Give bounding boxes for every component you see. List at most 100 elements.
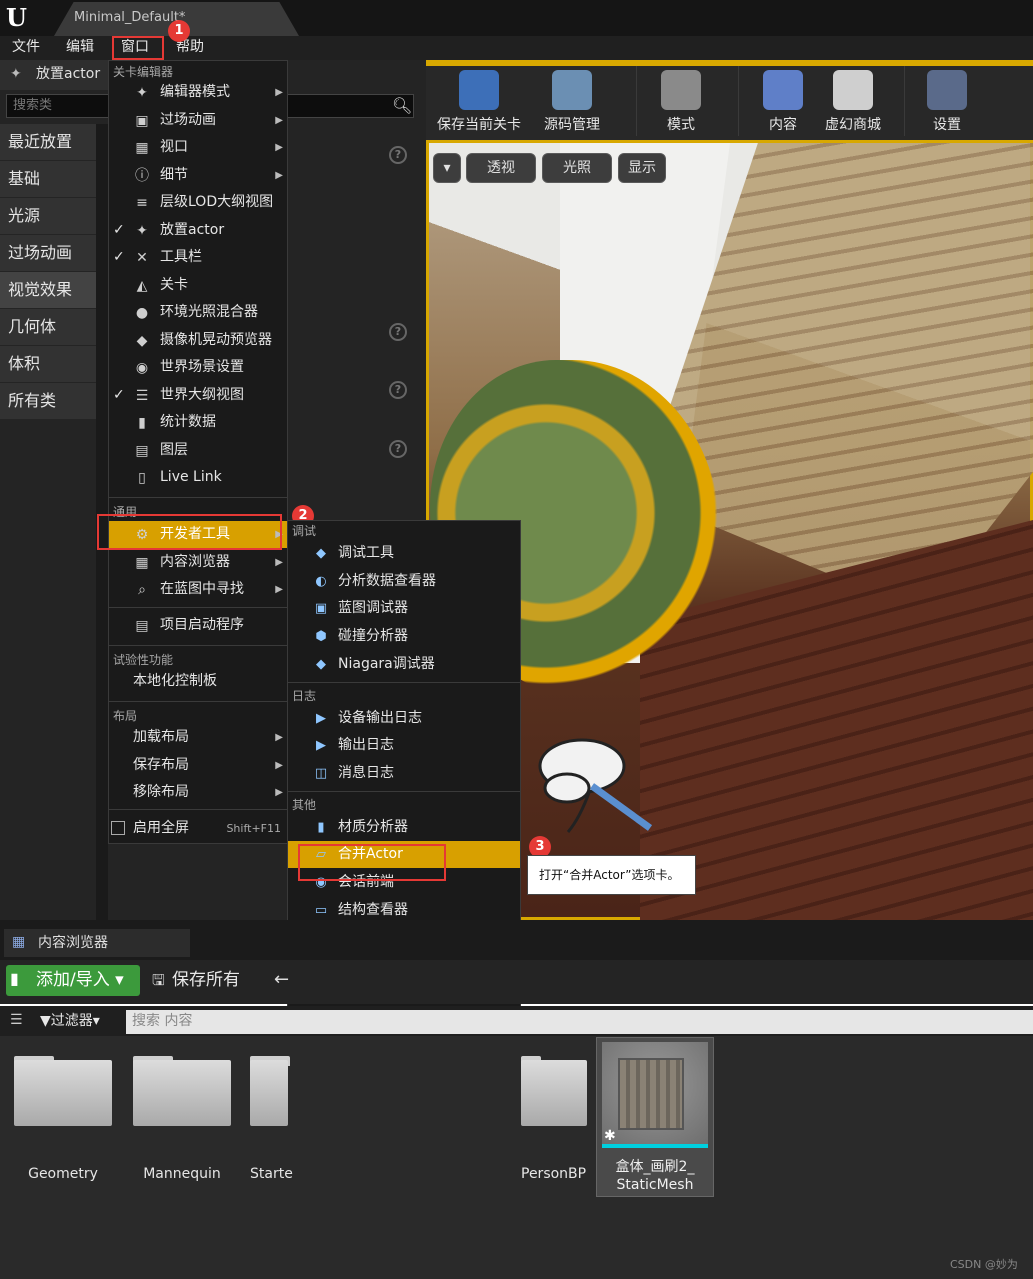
checkbox-icon[interactable] [111,821,125,835]
devtools-menu-item[interactable]: ▶ 设备输出日志 [288,705,520,732]
save-level-button[interactable]: 保存当前关卡 [434,66,524,138]
developer-tools-highlight-frame [97,514,282,550]
folder-icon[interactable] [14,1060,112,1126]
layout-menu-item-label: 保存布局 [133,756,189,773]
folder-personbp-label[interactable]: PersonBP [521,1166,591,1182]
tool-icon: ◐ [315,573,327,589]
section-experimental: 试验性功能 [113,653,174,667]
source-control-button[interactable]: 源码管理 [527,66,617,138]
devtools-menu-item[interactable]: ▶ 输出日志 [288,732,520,759]
window-menu-item[interactable]: ▯ Live Link [109,464,287,491]
section-level-editor: 关卡编辑器 [113,65,174,79]
window-menu-item[interactable]: ✦ 编辑器模式 ▶ [109,79,287,106]
folder-starter-label[interactable]: Starte [232,1166,293,1182]
window-menu-item[interactable]: ▦ 内容浏览器 ▶ [109,549,287,576]
window-menu-item-label: 世界场景设置 [160,359,244,375]
category-all-classes[interactable]: 所有类 [0,383,96,419]
submenu-arrow-icon: ▶ [275,787,283,798]
window-menu-item-label: 摄像机晃动预览器 [160,331,272,348]
window-menu-item[interactable]: ● 环境光照混合器 [109,299,287,326]
unreal-logo-icon[interactable]: U [6,4,32,32]
window-menu-item[interactable]: ✓ ✕ 工具栏 [109,244,287,271]
window-menu-item[interactable]: ▦ 视口 ▶ [109,134,287,161]
search-content-input[interactable]: 搜索 内容 [126,1010,1033,1034]
window-menu-item[interactable]: ◆ 摄像机晃动预览器 [109,327,287,354]
help-icon[interactable]: ? [389,146,407,164]
marketplace-label: 虚幻商城 [825,117,881,133]
add-import-button[interactable]: 添加/导入 ▾ [6,965,140,996]
level-tab-title: Minimal_Default* [74,10,186,25]
window-menu-item[interactable]: ▣ 过场动画 ▶ [109,107,287,134]
help-icon[interactable]: ? [389,381,407,399]
step-badge-1: 1 [168,20,190,42]
submenu-arrow-icon: ▶ [275,114,283,126]
devtools-menu-item[interactable]: ◫ 消息日志 [288,760,520,787]
window-menu-item[interactable]: ⓘ 细节 ▶ [109,162,287,189]
marketplace-button[interactable]: 虚幻商城 [808,66,898,138]
folder-geometry-label[interactable]: Geometry [3,1166,123,1182]
category-visual-effects[interactable]: 视觉效果 [0,272,96,308]
help-icon[interactable]: ? [389,440,407,458]
category-volumes[interactable]: 体积 [0,346,96,382]
search-icon[interactable]: 🔍︎ [392,96,412,115]
devtools-menu-item[interactable]: ◆ 调试工具 [288,540,520,567]
static-mesh-label-line1: 盒体_画刷2_ [615,1159,695,1175]
content-icon: ▦ [135,554,149,571]
checkmark-icon: ✓ [113,386,125,403]
devtools-menu-item[interactable]: ⬢ 碰撞分析器 [288,623,520,650]
back-arrow-icon[interactable]: ← [274,969,289,990]
window-menu-item[interactable]: ▮ 统计数据 [109,409,287,436]
save-icon: 🖫 [152,971,165,989]
static-mesh-label-line2: StaticMesh [616,1177,694,1193]
content-browser-tab[interactable]: 内容浏览器 [4,929,190,957]
layout-menu-item[interactable]: 加载布局 ▶ [109,724,287,751]
localization-dashboard-item[interactable]: 本地化控制板 [109,668,287,695]
window-menu-item[interactable]: ⌕ 在蓝图中寻找 ▶ [109,576,287,603]
window-menu-item[interactable]: ≡ 层级LOD大纲视图 [109,189,287,216]
window-menu-item[interactable]: ◉ 世界场景设置 [109,354,287,381]
devtools-menu-item[interactable]: ◆ Niagara调试器 [288,651,520,678]
devtools-menu-item[interactable]: ◐ 分析数据查看器 [288,568,520,595]
window-menu-item[interactable]: ✓ ☰ 世界大纲视图 [109,382,287,409]
menu-file[interactable]: 文件 [12,36,40,60]
sources-toggle-icon[interactable]: ☰ [10,1012,23,1028]
fullscreen-item[interactable]: 启用全屏 Shift+F11 [109,815,287,842]
devtools-menu-item[interactable]: ▣ 蓝图调试器 [288,595,520,622]
window-menu-item[interactable]: ✓ ✦ 放置actor [109,217,287,244]
window-menu-item[interactable]: ◭ 关卡 [109,272,287,299]
filters-button[interactable]: ▼过滤器▾ [40,1010,100,1032]
folder-mannequin-label[interactable]: Mannequin [122,1166,242,1182]
tool-icon: ◫ [314,765,328,781]
show-button[interactable]: 显示 [618,153,666,183]
folder-icon[interactable] [521,1060,587,1126]
category-recent[interactable]: 最近放置 [0,124,96,160]
menu-edit[interactable]: 编辑 [66,36,94,60]
category-lights[interactable]: 光源 [0,198,96,234]
window-menu-item-label: 过场动画 [160,111,216,128]
camera-icon: ◆ [136,332,148,349]
save-all-button[interactable]: 保存所有 [150,965,280,996]
settings-button[interactable]: 设置 [902,66,992,138]
section-debug: 调试 [292,524,317,538]
category-geometry[interactable]: 几何体 [0,309,96,345]
window-menu-item-label: 细节 [160,166,188,183]
layout-menu-item[interactable]: 移除布局 ▶ [109,779,287,806]
submenu-arrow-icon: ▶ [275,584,283,595]
perspective-button[interactable]: 透视 [466,153,536,183]
folder-icon[interactable] [133,1060,231,1126]
lit-button[interactable]: 光照 [542,153,612,183]
window-menu-item[interactable]: ▤ 图层 [109,437,287,464]
help-icon[interactable]: ? [389,323,407,341]
category-basic[interactable]: 基础 [0,161,96,197]
folder-icon[interactable] [250,1060,288,1126]
layout-menu-item[interactable]: 保存布局 ▶ [109,752,287,779]
menu-separator [109,809,287,810]
localization-dashboard-label: 本地化控制板 [133,673,217,689]
wand-icon: ✦ [136,222,148,239]
submenu-arrow-icon: ▶ [275,87,283,98]
category-cinematic[interactable]: 过场动画 [0,235,96,271]
modes-button[interactable]: 模式 [636,66,726,138]
viewport-options-button[interactable]: ▾ [433,153,461,183]
devtools-menu-item[interactable]: ▮ 材质分析器 [288,814,520,841]
project-launcher-item[interactable]: ▤ 项目启动程序 [109,612,287,639]
